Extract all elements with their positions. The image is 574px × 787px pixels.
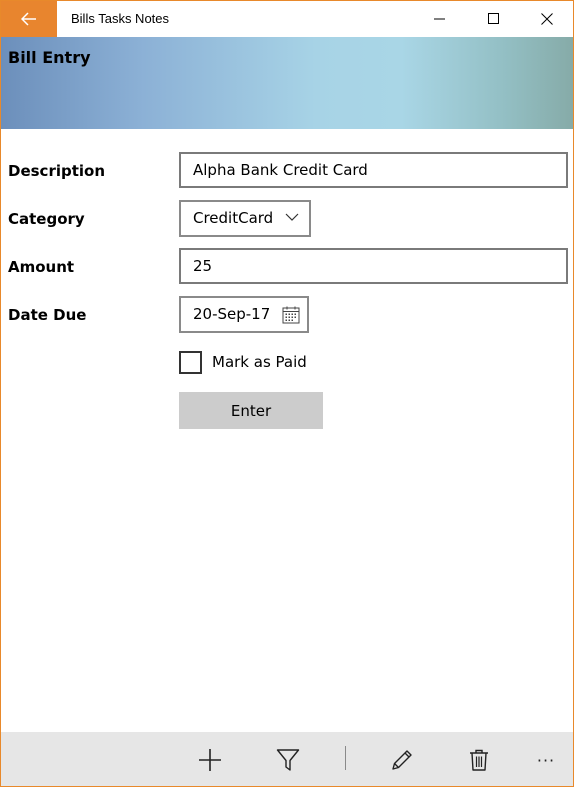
category-selected-value: CreditCard — [193, 209, 274, 227]
calendar-icon — [282, 306, 300, 324]
back-arrow-icon — [21, 12, 36, 26]
title-bar: Bills Tasks Notes — [1, 1, 573, 37]
filter-button[interactable] — [270, 742, 306, 778]
date-due-value: 20-Sep-17 — [193, 305, 271, 323]
command-bar: ··· — [1, 732, 573, 786]
filter-icon — [276, 749, 300, 771]
page-title: Bill Entry — [8, 48, 91, 67]
more-icon: ··· — [536, 750, 556, 770]
category-label: Category — [8, 210, 85, 228]
mark-as-paid-label[interactable]: Mark as Paid — [212, 353, 307, 371]
mark-as-paid-checkbox[interactable] — [179, 351, 202, 374]
close-icon — [541, 13, 553, 25]
add-button[interactable] — [192, 742, 228, 778]
delete-button[interactable] — [461, 742, 497, 778]
date-due-label: Date Due — [8, 306, 87, 324]
close-button[interactable] — [520, 1, 573, 37]
edit-button[interactable] — [384, 742, 420, 778]
date-due-picker[interactable]: 20-Sep-17 — [179, 296, 309, 333]
category-dropdown[interactable]: CreditCard — [179, 200, 311, 237]
more-button[interactable]: ··· — [528, 742, 564, 778]
amount-label: Amount — [8, 258, 75, 276]
add-icon — [199, 749, 221, 771]
enter-button[interactable]: Enter — [179, 392, 323, 429]
minimize-button[interactable] — [413, 1, 467, 37]
description-input[interactable]: Alpha Bank Credit Card — [179, 152, 568, 188]
maximize-button[interactable] — [467, 1, 521, 37]
command-separator — [345, 746, 346, 770]
app-window: Bills Tasks Notes Bill Entry Description… — [0, 0, 574, 787]
back-button[interactable] — [1, 1, 57, 37]
delete-icon — [470, 749, 488, 771]
description-label: Description — [8, 162, 106, 180]
app-title: Bills Tasks Notes — [71, 11, 170, 26]
chevron-down-icon — [285, 213, 299, 221]
amount-input[interactable]: 25 — [179, 248, 568, 284]
maximize-icon — [488, 13, 499, 24]
minimize-icon — [434, 18, 445, 20]
header-banner: Bill Entry — [1, 37, 573, 129]
edit-icon — [392, 750, 412, 770]
